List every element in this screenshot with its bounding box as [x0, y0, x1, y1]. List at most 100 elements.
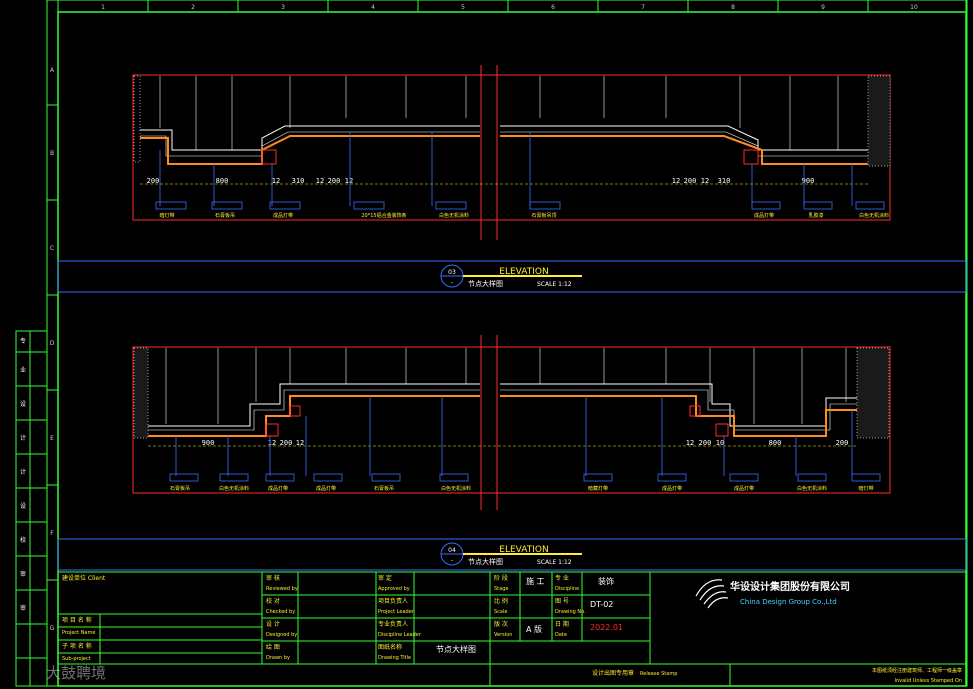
- discipline-lead-label: 专业负责人: [378, 620, 408, 628]
- material-tag-label: 石膏板吊: [215, 212, 235, 219]
- company-name-en: China Design Group Co.,Ltd: [740, 598, 837, 606]
- row-label: G: [50, 625, 55, 632]
- cad-drawing-sheet: 1 2 3 4 5 6 7 8 9 10 A B C D E F G 专 业 设…: [15, 0, 968, 687]
- drawing-no-label: 图 号: [555, 598, 569, 605]
- detail-subtitle: 节点大样图: [468, 557, 503, 566]
- dimension-label: 12: [701, 177, 709, 185]
- material-tag-label: 白色无机涂料: [797, 485, 827, 492]
- title-block: 建设单位 Client 项 目 名 称 Project Name 子 项 名 称…: [57, 571, 967, 687]
- approver-en: Approved by: [378, 586, 410, 592]
- row-ruler: A B C D E F G: [47, 67, 58, 632]
- pm-label: 项目负责人: [378, 597, 408, 605]
- material-tag-label: 暗灯带: [858, 485, 873, 492]
- signoff-strip: 专 业 设 计 计 设 校 审 审: [15, 330, 48, 687]
- detail-03-caption: 03 - ELEVATION 节点大样图 SCALE 1:12: [57, 260, 967, 293]
- stamp-label: 设计出图专用章: [592, 669, 634, 677]
- detail-scale: SCALE 1:12: [537, 281, 572, 288]
- material-tag-label: 白色无机涂料: [859, 212, 889, 219]
- material-tag-label: 成品灯带: [268, 485, 288, 492]
- material-tag-label: 白色无机涂料: [441, 485, 471, 492]
- material-tag-label: 成品灯带: [662, 485, 682, 492]
- detail-sheet-dash: -: [451, 557, 453, 564]
- dimension-label: 12: [316, 177, 324, 185]
- row-label: B: [50, 150, 54, 157]
- version-value: A 版: [526, 624, 542, 634]
- detail-title: ELEVATION: [499, 545, 548, 555]
- signoff-label: 审: [20, 570, 26, 578]
- discipline-label: 专 业: [555, 574, 569, 582]
- watermark-text: 大鼓聘境: [46, 664, 106, 682]
- dimension-label: 200: [699, 439, 712, 447]
- dimension-label: 200: [836, 439, 849, 447]
- col-label: 1: [101, 4, 105, 11]
- dimension-label: 800: [216, 177, 229, 185]
- dimension-label: 200: [147, 177, 160, 185]
- material-tag-label: 成品灯带: [734, 485, 754, 492]
- detail-03: 200 800 12 310 12 200 12 12 200 12 310 9…: [132, 65, 891, 240]
- dimension-label: 310: [718, 177, 731, 185]
- discipline-en: Discipline: [555, 586, 579, 592]
- dimension-label: 12: [296, 439, 304, 447]
- discipline-lead-en: Discipline Leader: [378, 632, 422, 638]
- material-tag-label: 暗藏灯带: [588, 485, 608, 492]
- dimension-label: 12: [686, 439, 694, 447]
- col-label: 6: [551, 4, 555, 11]
- dimension-label: 200: [328, 177, 341, 185]
- signoff-label: 审: [20, 604, 26, 612]
- col-label: 8: [731, 4, 735, 11]
- drawn-label: 绘 图: [266, 643, 280, 651]
- material-tags: [155, 201, 885, 210]
- col-label: 5: [461, 4, 465, 11]
- detail-subtitle: 节点大样图: [468, 279, 503, 288]
- detail-sheet-dash: -: [451, 279, 453, 286]
- discipline-value: 装饰: [598, 576, 614, 586]
- stage-label: 阶 段: [494, 574, 508, 582]
- version-label: 版 次: [494, 620, 508, 628]
- col-label: 9: [821, 4, 825, 11]
- designed-en: Designed by: [266, 632, 297, 638]
- dimension-label: 12: [672, 177, 680, 185]
- row-label: C: [50, 245, 54, 252]
- date-value: 2022.01: [590, 623, 623, 632]
- subproject-en: Sub-project: [62, 656, 91, 662]
- project-name-en: Project Name: [62, 630, 95, 636]
- checked-label: 校 对: [266, 597, 280, 605]
- material-tag-label: 20*15铝合金装饰条: [361, 212, 406, 219]
- dimension-label: 200: [280, 439, 293, 447]
- designed-label: 设 计: [266, 620, 280, 628]
- row-label: F: [50, 530, 54, 537]
- reviewed-label: 审 核: [266, 574, 280, 582]
- col-label: 4: [371, 4, 375, 11]
- dimension-label: 900: [202, 439, 215, 447]
- row-label: A: [50, 67, 55, 74]
- column-ruler: 1 2 3 4 5 6 7 8 9 10: [57, 0, 967, 13]
- col-label: 3: [281, 4, 285, 11]
- cert-line-2: Invalid Unless Stamped On: [895, 678, 963, 684]
- detail-04: 900 12 200 12 12 200 10 800 200 石膏板吊 白色无…: [132, 335, 891, 510]
- detail-scale: SCALE 1:12: [537, 559, 572, 566]
- approver-label: 审 定: [378, 574, 392, 582]
- scale-label: 比 例: [494, 597, 508, 605]
- dimension-label: 900: [802, 177, 815, 185]
- row-label: D: [50, 340, 55, 347]
- dimension-label: 200: [684, 177, 697, 185]
- drawing-no-en: Drawing No.: [555, 609, 586, 615]
- project-name-label: 项 目 名 称: [62, 616, 92, 624]
- signoff-label: 设: [20, 502, 26, 510]
- material-tag-label: 白色无机涂料: [439, 212, 469, 219]
- signoff-label: 计: [20, 468, 26, 476]
- drawing-name-en: Drawing Title: [378, 655, 411, 661]
- stage-en: Stage: [494, 586, 508, 592]
- drawn-en: Drawn by: [266, 655, 290, 661]
- date-en: Date: [555, 632, 567, 638]
- dimension-label: 12: [268, 439, 276, 447]
- signoff-label: 计: [20, 434, 26, 442]
- reviewed-en: Reviewed by: [266, 586, 298, 592]
- watermark: 大鼓聘境: [46, 664, 106, 682]
- subproject-label: 子 项 名 称: [62, 642, 92, 650]
- material-tag-label: 乳胶漆: [808, 212, 823, 219]
- col-label: 7: [641, 4, 645, 11]
- stamp-en: Release Stamp: [640, 671, 677, 677]
- material-tag-label: 石膏板吊: [170, 485, 190, 492]
- drawing-no-value: DT-02: [590, 600, 613, 609]
